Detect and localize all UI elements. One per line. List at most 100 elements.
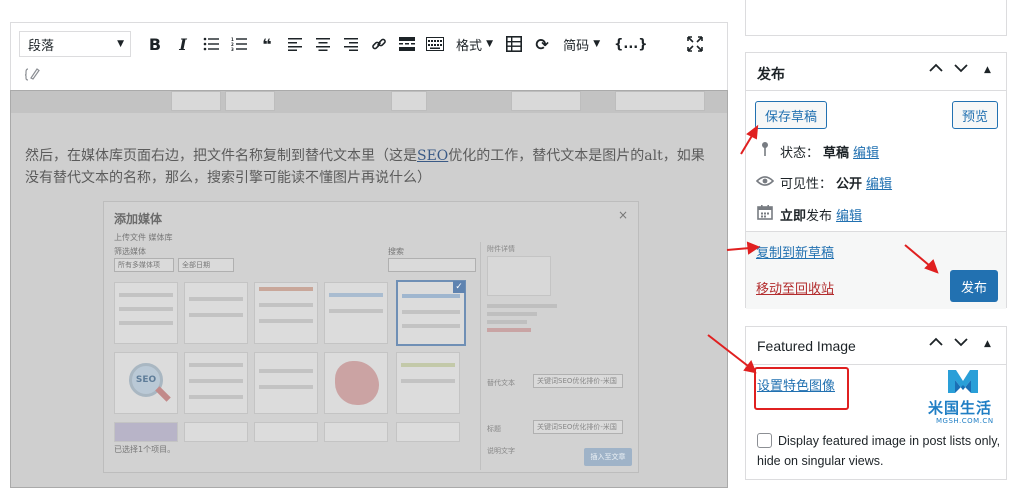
calendar-icon bbox=[756, 204, 774, 224]
close-icon: × bbox=[617, 208, 628, 222]
media-thumb bbox=[254, 282, 318, 344]
preview-button[interactable]: 预览 bbox=[952, 101, 998, 129]
align-right-icon[interactable] bbox=[340, 31, 362, 57]
move-up-icon[interactable] bbox=[929, 62, 943, 76]
media-type-filter: 所有多媒体项 bbox=[114, 258, 174, 272]
save-draft-button[interactable]: 保存草稿 bbox=[755, 101, 827, 129]
align-center-icon[interactable] bbox=[312, 31, 334, 57]
media-thumb bbox=[396, 422, 460, 442]
code-braces-button[interactable]: {...} bbox=[610, 31, 651, 57]
media-thumb bbox=[114, 282, 178, 344]
paragraph-format-select[interactable]: 段落 ▼ bbox=[19, 31, 131, 57]
media-dialog-title: 添加媒体 bbox=[114, 212, 163, 226]
numbered-list-icon[interactable]: 123 bbox=[228, 31, 250, 57]
media-thumb bbox=[254, 422, 318, 442]
bold-button[interactable]: B bbox=[144, 31, 166, 57]
annotation-highlight-box bbox=[754, 367, 849, 410]
code-braces-label: {...} bbox=[614, 36, 648, 52]
watermark-en: MGSH.COM.CN bbox=[936, 417, 994, 425]
paragraph-text: 然后，在媒体库页面右边，把文件名称复制到替代文本里（这是 bbox=[25, 148, 417, 164]
featured-list-only-label: Display featured image in post lists onl… bbox=[757, 434, 1001, 468]
media-thumb bbox=[114, 422, 178, 442]
strip-thumb bbox=[391, 91, 427, 111]
post-editor: 段落 ▼ B I 123 ❝ 格式 ▼ ⟳ 简码 ▼ {...} 然后，在媒体库… bbox=[10, 22, 728, 488]
featured-image-box: Featured Image ▲ 设置特色图像 米国生活 MGSH.COM.CN… bbox=[745, 326, 1007, 480]
clear-formatting-icon[interactable] bbox=[22, 61, 44, 87]
visibility-row: 可见性： 公开 编辑 bbox=[755, 173, 892, 192]
blockquote-icon[interactable]: ❝ bbox=[256, 31, 278, 57]
editor-content[interactable]: 然后，在媒体库页面右边，把文件名称复制到替代文本里（这是SEO优化的工作，替代文… bbox=[10, 90, 728, 488]
chevron-down-icon: ▼ bbox=[593, 39, 601, 49]
publish-box-title: 发布 bbox=[757, 67, 785, 83]
move-to-trash-link[interactable]: 移动至回收站 bbox=[756, 278, 834, 297]
insert-into-post-button: 插入至文章 bbox=[584, 448, 632, 466]
chevron-down-icon: ▼ bbox=[117, 39, 124, 49]
move-up-icon[interactable] bbox=[929, 336, 943, 350]
post-status-row: 状态： 草稿 编辑 bbox=[756, 141, 879, 161]
publish-box-header: 发布 ▲ bbox=[746, 53, 1006, 91]
schedule-value: 立即 bbox=[780, 208, 807, 224]
copy-to-new-draft-link[interactable]: 复制到新草稿 bbox=[756, 242, 834, 261]
read-more-icon[interactable] bbox=[396, 31, 418, 57]
styles-dropdown[interactable]: 格式 ▼ bbox=[452, 31, 497, 57]
title-label: 标题 bbox=[487, 425, 501, 433]
selection-count: 已选择1个项目。 bbox=[114, 445, 176, 454]
move-down-icon[interactable] bbox=[954, 62, 968, 76]
featured-image-option: Display featured image in post lists onl… bbox=[757, 431, 1001, 471]
collapse-toggle-icon[interactable]: ▲ bbox=[984, 339, 991, 349]
strip-thumb bbox=[225, 91, 275, 111]
toolbar-toggle-icon[interactable] bbox=[424, 31, 446, 57]
featured-image-header: Featured Image ▲ bbox=[746, 327, 1006, 365]
content-paragraph: 然后，在媒体库页面右边，把文件名称复制到替代文本里（这是SEO优化的工作，替代文… bbox=[25, 145, 715, 189]
media-thumb bbox=[324, 422, 388, 442]
media-thumb-map bbox=[324, 352, 388, 414]
media-search-input bbox=[388, 258, 476, 272]
status-value: 草稿 bbox=[823, 145, 850, 161]
svg-text:3: 3 bbox=[231, 47, 234, 51]
publish-box: 发布 ▲ 保存草稿 预览 状态： 草稿 编辑 可见性： 公开 编辑 立即 发布 … bbox=[745, 52, 1007, 309]
featured-list-only-checkbox[interactable] bbox=[757, 433, 772, 448]
media-thumb bbox=[184, 282, 248, 344]
media-thumb bbox=[396, 352, 460, 414]
fullscreen-icon[interactable] bbox=[684, 31, 706, 57]
visibility-value: 公开 bbox=[836, 177, 863, 192]
edit-visibility-link[interactable]: 编辑 bbox=[866, 173, 892, 192]
strip-thumb bbox=[511, 91, 581, 111]
caption-label: 说明文字 bbox=[487, 447, 515, 455]
italic-button[interactable]: I bbox=[172, 31, 194, 57]
media-date-filter: 全部日期 bbox=[178, 258, 234, 272]
edit-status-link[interactable]: 编辑 bbox=[853, 142, 879, 161]
shortcode-dropdown[interactable]: 简码 ▼ bbox=[559, 31, 604, 57]
pin-icon bbox=[756, 141, 774, 161]
bullet-list-icon[interactable] bbox=[200, 31, 222, 57]
toolbar-row-1: 段落 ▼ B I 123 ❝ 格式 ▼ ⟳ 简码 ▼ {...} bbox=[19, 29, 709, 59]
attachment-details: 附件详情 替代文本 关键词SEO优化排价-米国 标题 关键词SEO优化排价-米国… bbox=[480, 242, 630, 470]
status-label: 状态： bbox=[780, 145, 820, 161]
align-left-icon[interactable] bbox=[284, 31, 306, 57]
publish-actions: 复制到新草稿 移动至回收站 发布 bbox=[746, 231, 1006, 309]
collapse-toggle-icon[interactable]: ▲ bbox=[984, 65, 991, 75]
seo-link[interactable]: SEO bbox=[417, 148, 448, 164]
table-icon[interactable] bbox=[503, 31, 525, 57]
publish-button[interactable]: 发布 bbox=[950, 270, 998, 302]
media-thumb bbox=[324, 282, 388, 344]
details-line bbox=[487, 304, 557, 308]
details-line bbox=[487, 312, 537, 316]
details-line bbox=[487, 328, 531, 332]
schedule-label: 发布 bbox=[806, 208, 833, 224]
image-strip bbox=[11, 91, 727, 113]
media-thumb-selected: ✓ bbox=[396, 280, 466, 346]
move-down-icon[interactable] bbox=[954, 336, 968, 350]
media-filter-label: 筛选媒体 bbox=[114, 247, 146, 256]
alt-text-label: 替代文本 bbox=[487, 379, 515, 387]
link-icon[interactable] bbox=[368, 31, 390, 57]
watermark-cn: 米国生活 bbox=[928, 399, 993, 417]
toolbar-row-2 bbox=[19, 59, 47, 89]
attachment-preview bbox=[487, 256, 551, 296]
eye-icon bbox=[755, 175, 775, 191]
edit-schedule-link[interactable]: 编辑 bbox=[836, 205, 862, 224]
sidebar-box-top bbox=[745, 0, 1007, 36]
refresh-icon[interactable]: ⟳ bbox=[531, 31, 553, 57]
logo-m-icon bbox=[948, 370, 978, 393]
shortcode-label: 简码 bbox=[563, 38, 590, 54]
